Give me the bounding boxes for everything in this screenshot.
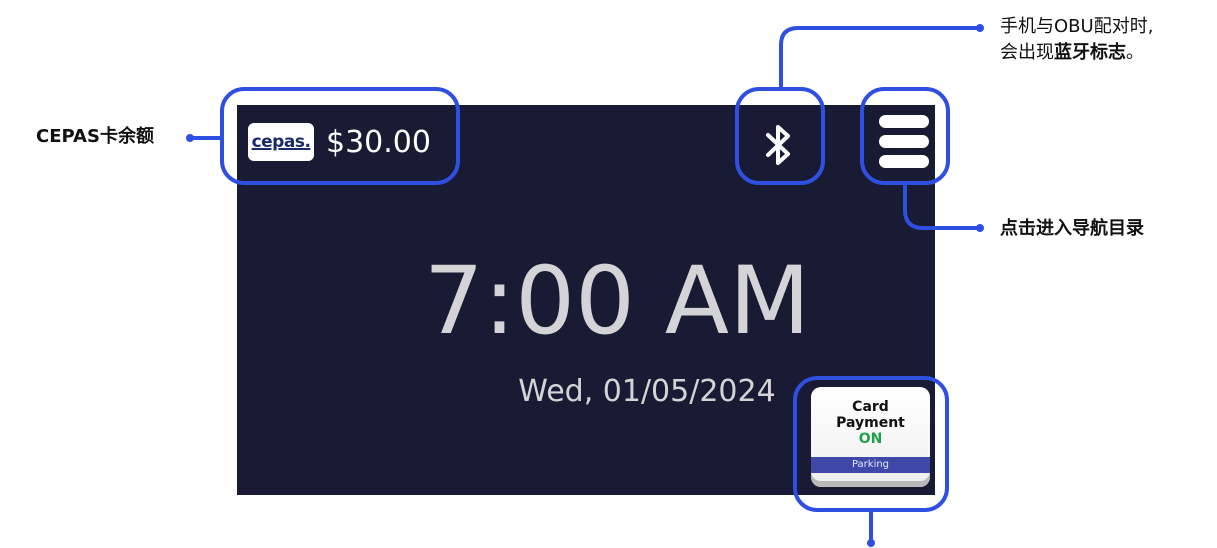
callout-overlay xyxy=(186,24,984,547)
callout-dot-bluetooth xyxy=(976,24,984,32)
callout-dot-menu xyxy=(976,224,984,232)
label-cepas-balance: CEPAS卡余额 xyxy=(36,126,154,147)
callout-box-payment xyxy=(793,376,949,512)
label-bluetooth-line2: 会出现蓝牙标志。 xyxy=(1000,42,1144,63)
callout-box-menu xyxy=(860,87,950,185)
callout-box-balance xyxy=(220,87,460,185)
label-menu: 点击进入导航目录 xyxy=(1000,218,1144,239)
callout-line-menu xyxy=(903,183,980,230)
callout-dot-balance xyxy=(186,134,194,142)
label-bluetooth-line1: 手机与OBU配对时, xyxy=(1000,16,1154,37)
label-bluetooth: 手机与OBU配对时, 会出现蓝牙标志。 xyxy=(1000,14,1153,66)
callout-line-bluetooth xyxy=(779,26,980,89)
callout-dot-payment xyxy=(867,539,875,547)
callout-box-bluetooth xyxy=(735,87,825,185)
